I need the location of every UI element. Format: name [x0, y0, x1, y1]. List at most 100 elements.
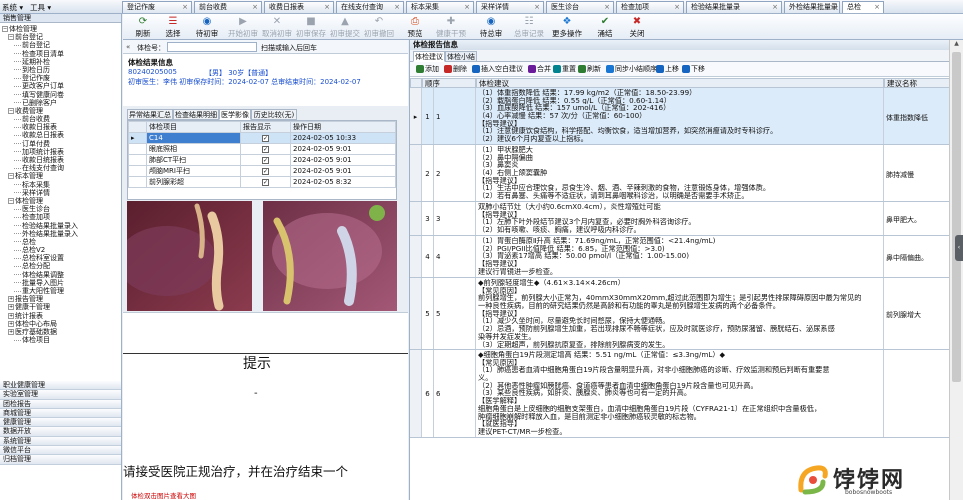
- sidebar-item[interactable]: + 报告管理: [0, 295, 121, 303]
- tools-menu[interactable]: 工具 ▾: [30, 2, 51, 13]
- tab-close-icon[interactable]: ×: [874, 2, 880, 13]
- tab-exam-summary[interactable]: 体检小结: [445, 51, 477, 62]
- sidebar-item[interactable]: 体检项目: [0, 336, 121, 344]
- report-display-checkbox[interactable]: ✓: [262, 167, 269, 175]
- tab-1[interactable]: 前台收费 ×: [194, 1, 262, 13]
- submit-review-button[interactable]: ▲ 初审提交: [329, 16, 361, 40]
- table-row[interactable]: ▸ C14 ✓ 2024-02-05 10:33: [128, 132, 396, 144]
- start-review-button[interactable]: ▶ 开始初审: [227, 16, 259, 40]
- sidebar-item[interactable]: 检查项目清单: [0, 50, 121, 58]
- sidebar-nav-button[interactable]: 团检报告: [0, 399, 121, 409]
- suggestion-tool-button[interactable]: 合并: [528, 64, 551, 75]
- collapse-icon[interactable]: −: [8, 34, 14, 41]
- subtab-abnormal-summary[interactable]: 异常结果汇总: [127, 109, 173, 120]
- close-button[interactable]: ✖ 关闭: [621, 16, 653, 40]
- collapse-icon[interactable]: −: [8, 107, 14, 114]
- more-actions-button[interactable]: ❖ 更多操作: [551, 16, 583, 40]
- sidebar-item[interactable]: 延期补检: [0, 58, 121, 66]
- sidebar-item[interactable]: 收款日统报表: [0, 156, 121, 164]
- tab-7[interactable]: 检查加项 ×: [616, 1, 684, 13]
- sidebar-item[interactable]: + 健康干管理: [0, 303, 121, 311]
- doc-footer-link[interactable]: 体检双击图片查看大图: [131, 490, 196, 500]
- tab-9[interactable]: 外检结果批量录 ×: [784, 1, 840, 13]
- sidebar-item[interactable]: 前台收费: [0, 115, 121, 123]
- table-row[interactable]: 颅脑MRI平扫 ✓ 2024-02-05 9:01: [128, 164, 396, 177]
- sidebar-item[interactable]: 加项统计报表: [0, 148, 121, 156]
- sidebar-item[interactable]: 订单付费: [0, 140, 121, 148]
- save-review-button[interactable]: ■ 初审保存: [295, 16, 327, 40]
- tab-8[interactable]: 检验结果批量录 ×: [686, 1, 782, 13]
- tab-10[interactable]: 总检 ×: [842, 1, 884, 13]
- health-intervention-button[interactable]: ✚ 健康干预: [435, 16, 467, 40]
- suggestion-tool-button[interactable]: 删除: [444, 64, 467, 75]
- side-collapse-handle[interactable]: ‹: [955, 235, 963, 261]
- scroll-thumb[interactable]: [952, 52, 961, 382]
- sidebar-nav-button[interactable]: 归档管理: [0, 455, 121, 465]
- table-row[interactable]: 肺部CT平扫 ✓ 2024-02-05 9:01: [128, 153, 396, 166]
- sidebar-nav-button[interactable]: 商城管理: [0, 408, 121, 419]
- report-display-checkbox[interactable]: ✓: [262, 145, 269, 153]
- sidebar-item[interactable]: 已删除客户: [0, 99, 121, 107]
- pending-review-button[interactable]: ◉ 待初审: [191, 16, 223, 40]
- sidebar-item[interactable]: 重大阳性管理: [0, 287, 121, 295]
- grid-vertical-scrollbar[interactable]: ▲: [949, 40, 963, 500]
- table-row[interactable]: 眼底照相 ✓ 2024-02-05 9:01: [128, 142, 396, 155]
- suggestion-tool-button[interactable]: 同步小结顺序: [606, 64, 657, 75]
- refresh-button[interactable]: ⟳ 刷新: [127, 16, 159, 40]
- tab-3[interactable]: 在线支付查询 ×: [336, 1, 404, 13]
- sidebar-item[interactable]: 收款总日报表: [0, 131, 121, 139]
- expand-icon[interactable]: +: [8, 328, 14, 335]
- sidebar-nav-button[interactable]: 职业健康管理: [0, 381, 121, 391]
- suggestion-row[interactable]: 4 4 （1）胃蛋白酶原Ⅱ升高 结果：71.69ng/mL，正常范围值：<21.4n…: [410, 236, 950, 278]
- suggestion-row[interactable]: ▸ 1 1 （1）体重指数降低 结果：17.99 kg/m2（正常值：18.50-23…: [410, 88, 950, 145]
- tab-close-icon[interactable]: ×: [604, 2, 610, 13]
- medical-images[interactable]: [117, 201, 397, 311]
- sidebar-item[interactable]: − 体检管理: [0, 25, 121, 33]
- sidebar-item[interactable]: + 统计报表: [0, 312, 121, 320]
- tab-close-icon[interactable]: ×: [534, 2, 540, 13]
- cancel-review-button[interactable]: ✕ 取消初审: [261, 16, 293, 40]
- tab-close-icon[interactable]: ×: [464, 2, 470, 13]
- exam-no-input[interactable]: [167, 42, 257, 52]
- tab-close-icon[interactable]: ×: [674, 2, 680, 13]
- collapse-icon[interactable]: −: [8, 197, 14, 204]
- sidebar-item[interactable]: 总检科室设置: [0, 254, 121, 262]
- sidebar-item[interactable]: 在线支付查询: [0, 164, 121, 172]
- sidebar-item[interactable]: 总检: [0, 238, 121, 246]
- withdraw-review-button[interactable]: ↶ 初审撤回: [363, 16, 395, 40]
- sidebar-item[interactable]: 登记作废: [0, 74, 121, 82]
- suggestion-row[interactable]: 5 5 ◆前列腺轻度增生◆（4.61×3.14×4.26cm） 【常见原因】 前列腺增生…: [410, 278, 950, 350]
- scroll-up-icon[interactable]: ▲: [952, 40, 961, 49]
- tab-close-icon[interactable]: ×: [182, 2, 188, 13]
- pending-final-button[interactable]: ◉ 待总审: [475, 16, 507, 40]
- tab-6[interactable]: 医生诊台 ×: [546, 1, 614, 13]
- col-exam-item[interactable]: 体检项目: [146, 121, 241, 133]
- tab-4[interactable]: 标本采集 ×: [406, 1, 474, 13]
- sidebar-header[interactable]: 销售管理: [0, 14, 121, 23]
- tab-close-icon[interactable]: ×: [394, 2, 400, 13]
- sidebar-item[interactable]: 总检V2: [0, 246, 121, 254]
- tab-close-icon[interactable]: ×: [252, 2, 258, 13]
- final-record-button[interactable]: ☷ 总审记录: [513, 16, 545, 40]
- sidebar-item[interactable]: 到检日历: [0, 66, 121, 74]
- sidebar-item[interactable]: − 前台登记: [0, 33, 121, 41]
- sidebar-nav-button[interactable]: 数据开放: [0, 427, 121, 437]
- sidebar-item[interactable]: 填写健康问卷: [0, 91, 121, 99]
- sidebar-item[interactable]: − 收费管理: [0, 107, 121, 115]
- system-menu[interactable]: 系统 ▾: [2, 2, 23, 13]
- tab-exam-suggestion[interactable]: 体检建议: [413, 51, 445, 62]
- sidebar-nav-button[interactable]: 系统管理: [0, 436, 121, 447]
- suggestion-tool-button[interactable]: 添加: [416, 64, 439, 75]
- subtab-result-detail[interactable]: 检查结果明细: [173, 109, 219, 120]
- suggestion-row[interactable]: 6 6 ◆细胞角蛋白19片段测定增高 结果：5.51 ng/mL（正常值：≤3.3n…: [410, 350, 950, 438]
- sidebar-item[interactable]: 总检分配: [0, 262, 121, 270]
- sidebar-item[interactable]: 检查加项: [0, 213, 121, 221]
- suggestion-tool-button[interactable]: 上移: [656, 64, 679, 75]
- suggestion-tool-button[interactable]: 下移: [682, 64, 705, 75]
- suggestion-tool-button[interactable]: 插入空白建议: [472, 64, 523, 75]
- sidebar-item[interactable]: + 体检中心布局: [0, 320, 121, 328]
- expand-icon[interactable]: +: [8, 320, 14, 327]
- sidebar-item[interactable]: 收款日报表: [0, 123, 121, 131]
- tab-0[interactable]: 登记作废 ×: [122, 1, 192, 13]
- sidebar-item[interactable]: − 体检管理: [0, 197, 121, 205]
